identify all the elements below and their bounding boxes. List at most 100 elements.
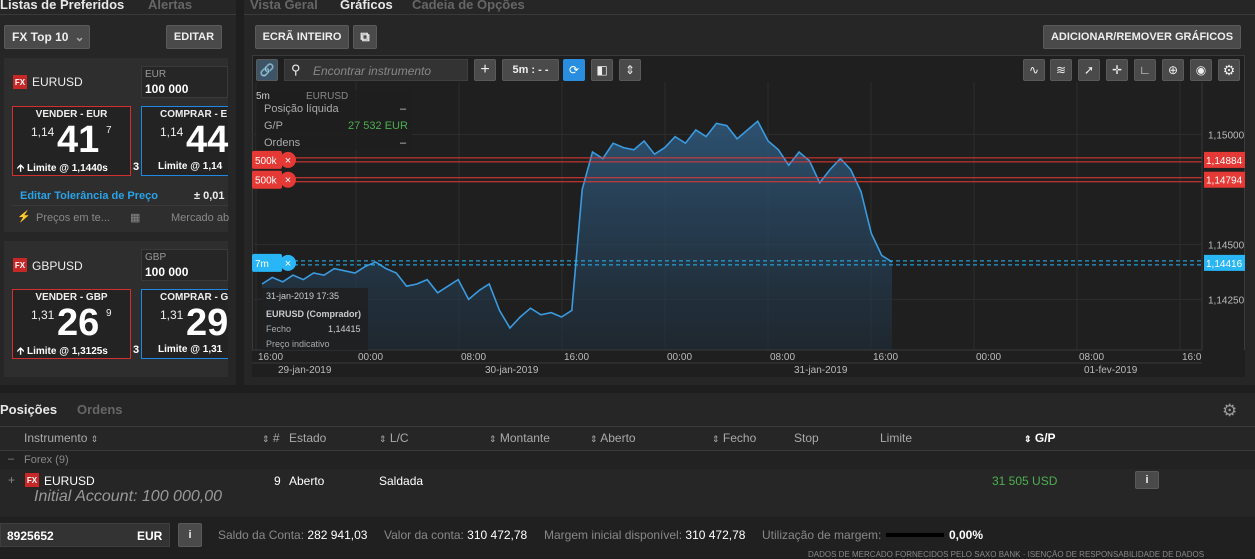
- x-tick-label: 00:00: [358, 352, 383, 363]
- info-icon[interactable]: i: [1135, 471, 1159, 489]
- sell-limit-label: Limite @ 1,1440s: [26, 163, 108, 174]
- tab-favorites[interactable]: Listas de Preferidos: [0, 0, 124, 12]
- account-id: 8925652: [7, 529, 54, 543]
- tab-overview[interactable]: Vista Geral: [250, 0, 318, 12]
- margin-available: Margem inicial disponível: 310 472,78: [544, 528, 745, 542]
- col-label: Montante: [499, 431, 550, 445]
- sort-icon: ⇕: [489, 434, 497, 444]
- line-chart-icon[interactable]: ∿: [1023, 59, 1045, 81]
- add-remove-charts-button[interactable]: ADICIONAR/REMOVER GRÁFICOS: [1043, 25, 1241, 49]
- amount-value: 100 000: [145, 82, 189, 96]
- price-tag-label: 1,14794: [1206, 176, 1243, 187]
- sell-price-sup: 9: [106, 308, 112, 319]
- row-lc: Saldada: [379, 474, 424, 488]
- tab-positions[interactable]: Posições: [0, 402, 57, 417]
- indicators-icon[interactable]: ≋: [1050, 59, 1072, 81]
- col-label: #: [272, 431, 280, 445]
- order-size-label: 500k: [255, 176, 278, 187]
- account-info-icon[interactable]: i: [178, 523, 202, 547]
- x-tick-label: 16:00: [564, 352, 589, 363]
- tab-options-chain[interactable]: Cadeia de Opções: [412, 0, 525, 12]
- close-icon: ×: [285, 175, 291, 187]
- balance-label: Saldo da Conta:: [218, 528, 305, 542]
- instrument-name[interactable]: EURUSD: [32, 75, 83, 89]
- arrow-up-icon: 🡩: [17, 346, 25, 357]
- col-count[interactable]: ⇕ #: [262, 431, 280, 445]
- amount-field[interactable]: EUR 100 000: [141, 66, 228, 98]
- col-amount[interactable]: ⇕ Montante: [489, 431, 550, 445]
- divider: [0, 14, 236, 15]
- col-open[interactable]: ⇕ Aberto: [590, 431, 636, 445]
- initial-account: Initial Account: 100 000,00: [34, 488, 222, 505]
- disclaimer: DADOS DE MERCADO FORNECIDOS PELO SAXO BA…: [808, 550, 1205, 559]
- expand-vertical-icon[interactable]: ⇕: [619, 59, 641, 81]
- order-size-label: 7m: [255, 259, 269, 270]
- col-label: G/P: [1034, 431, 1056, 445]
- search-input[interactable]: ⚲ Encontrar instrumento: [284, 59, 468, 81]
- x-tick-label: 08:00: [1079, 352, 1104, 363]
- expand-icon[interactable]: +: [8, 473, 15, 487]
- account-selector[interactable]: 8925652 EUR: [0, 523, 170, 547]
- interval-selector[interactable]: 5m : - -: [502, 59, 559, 81]
- sort-icon: ⇕: [712, 434, 720, 444]
- market-label: Mercado ab: [171, 212, 230, 224]
- sell-limit: 🡩 Limite @ 1,3125s: [17, 344, 108, 361]
- tab-alerts[interactable]: Alertas: [148, 0, 192, 12]
- col-stop[interactable]: Stop: [794, 431, 819, 445]
- sell-price-sup: 7: [106, 125, 112, 136]
- popout-icon[interactable]: ⧉: [353, 25, 377, 49]
- col-lc[interactable]: ⇕ L/C: [379, 431, 409, 445]
- x-tick-label: 00:00: [976, 352, 1001, 363]
- tab-charts[interactable]: Gráficos: [340, 0, 393, 12]
- arrow-up-icon: 🡩: [17, 163, 25, 174]
- col-pl[interactable]: ⇕ G/P: [1024, 431, 1056, 445]
- axis-icon[interactable]: ∟: [1134, 59, 1156, 81]
- col-instrument[interactable]: Instrumento ⇕: [24, 431, 98, 445]
- zoom-icon[interactable]: ⊕: [1162, 59, 1184, 81]
- balance-value: 282 941,03: [307, 528, 368, 542]
- sell-price-big: 26: [57, 302, 100, 344]
- buy-price-prefix: 1,14: [160, 125, 184, 139]
- crosshair-icon[interactable]: ✛: [1106, 59, 1128, 81]
- col-label: Fecho: [722, 431, 757, 445]
- add-icon[interactable]: +: [474, 59, 496, 81]
- edit-tolerance-link[interactable]: Editar Tolerância de Preço: [20, 190, 158, 202]
- search-icon: ⚲: [291, 62, 301, 77]
- account-value: Valor da conta: 310 472,78: [384, 528, 527, 542]
- col-label: Estado: [289, 431, 327, 445]
- sort-icon: ⇕: [590, 434, 598, 444]
- buy-limit: Limite @ 1,31: [158, 344, 223, 355]
- refresh-icon[interactable]: ⟳: [563, 59, 585, 81]
- tab-orders[interactable]: Ordens: [77, 402, 123, 417]
- link-icon[interactable]: 🔗: [256, 59, 278, 81]
- amount-currency: EUR: [145, 69, 167, 80]
- sell-button[interactable]: VENDER - GBP 1,31 26 9 🡩 Limite @ 1,3125…: [12, 289, 131, 359]
- account-currency: EUR: [137, 529, 163, 543]
- sell-price-prefix: 1,14: [31, 125, 55, 139]
- fx-badge-icon: FX: [13, 75, 27, 89]
- amount-field[interactable]: GBP 100 000: [141, 249, 228, 281]
- amount-currency: GBP: [145, 252, 167, 263]
- buy-limit: Limite @ 1,14: [158, 161, 223, 172]
- camera-icon[interactable]: ◉: [1190, 59, 1212, 81]
- lightning-icon: ⚡: [17, 211, 31, 223]
- edit-button[interactable]: EDITAR: [166, 25, 222, 49]
- layout-icon[interactable]: ◧: [591, 59, 613, 81]
- watchlist-selector[interactable]: FX Top 10 ⌄: [4, 25, 90, 49]
- sell-price-big: 41: [57, 119, 100, 161]
- trendline-icon[interactable]: ➚: [1078, 59, 1100, 81]
- buy-button[interactable]: COMPRAR - G 1,31 29 Limite @ 1,31: [141, 289, 228, 359]
- x-date-label: 01-fev-2019: [1084, 365, 1138, 376]
- sell-button[interactable]: VENDER - EUR 1,14 41 7 🡩 Limite @ 1,1440…: [12, 106, 131, 176]
- col-limit[interactable]: Limite: [880, 431, 912, 445]
- fullscreen-button[interactable]: ECRÃ INTEIRO: [255, 25, 349, 49]
- margin-utilization-label: Utilização de margem:: [762, 528, 882, 542]
- instrument-name[interactable]: GBPUSD: [32, 259, 83, 273]
- col-status[interactable]: Estado: [289, 431, 326, 445]
- settings-icon[interactable]: ⚙: [1222, 401, 1237, 421]
- buy-button[interactable]: COMPRAR - E 1,14 44 Limite @ 1,14: [141, 106, 228, 176]
- group-row[interactable]: – Forex (9): [0, 451, 1255, 469]
- settings-icon[interactable]: ⚙: [1218, 59, 1240, 81]
- col-close[interactable]: ⇕ Fecho: [712, 431, 756, 445]
- fx-badge-icon: FX: [25, 473, 39, 487]
